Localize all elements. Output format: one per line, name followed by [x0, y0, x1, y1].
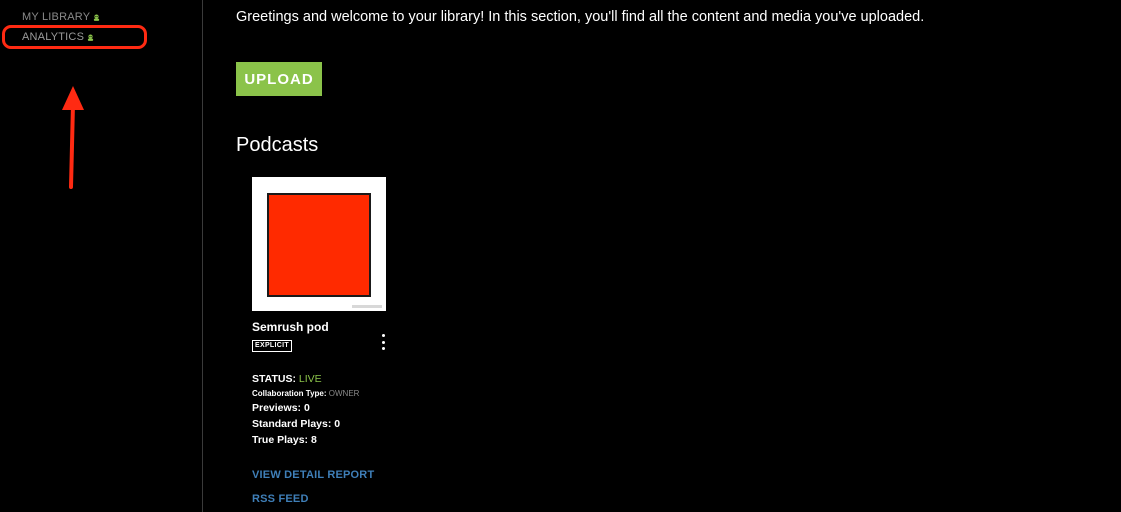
- upload-button[interactable]: UPLOAD: [236, 62, 322, 96]
- sidebar-item-my-library[interactable]: MY LIBRARY: [22, 11, 100, 23]
- true-plays-count: True Plays: 8: [252, 434, 317, 446]
- sidebar-item-label: MY LIBRARY: [22, 11, 91, 23]
- status-label: STATUS:: [252, 373, 296, 385]
- podcast-artwork: [267, 193, 371, 297]
- collaboration-type-value: OWNER: [328, 389, 360, 398]
- collaboration-type-label: Collaboration Type:: [252, 389, 327, 398]
- rss-feed-link[interactable]: RSS FEED: [252, 493, 309, 505]
- library-page: MY LIBRARY ANALYTICS Greetings and welco…: [0, 0, 1121, 512]
- highlight-circle-annotation: [2, 25, 147, 49]
- arrow-up-annotation-icon: [62, 86, 84, 189]
- collaboration-type-row: Collaboration Type: OWNER: [252, 389, 359, 398]
- more-options-icon[interactable]: [380, 334, 386, 350]
- previews-count: Previews: 0: [252, 402, 310, 414]
- view-detail-report-link[interactable]: VIEW DETAIL REPORT: [252, 469, 374, 481]
- artwork-watermark: [352, 305, 382, 308]
- section-title-podcasts: Podcasts: [236, 134, 319, 156]
- user-badge-icon: [94, 14, 100, 21]
- standard-plays-count: Standard Plays: 0: [252, 418, 341, 430]
- status-value: LIVE: [298, 373, 322, 385]
- podcast-thumbnail[interactable]: [252, 177, 386, 311]
- podcast-title: Semrush pod: [252, 320, 329, 334]
- status-row: STATUS: LIVE: [252, 373, 322, 385]
- explicit-badge: EXPLICIT: [252, 340, 292, 352]
- greeting-text: Greetings and welcome to your library! I…: [236, 9, 925, 25]
- sidebar: MY LIBRARY ANALYTICS: [0, 0, 203, 512]
- podcast-card: Semrush pod EXPLICIT STATUS: LIVE Collab…: [252, 177, 392, 505]
